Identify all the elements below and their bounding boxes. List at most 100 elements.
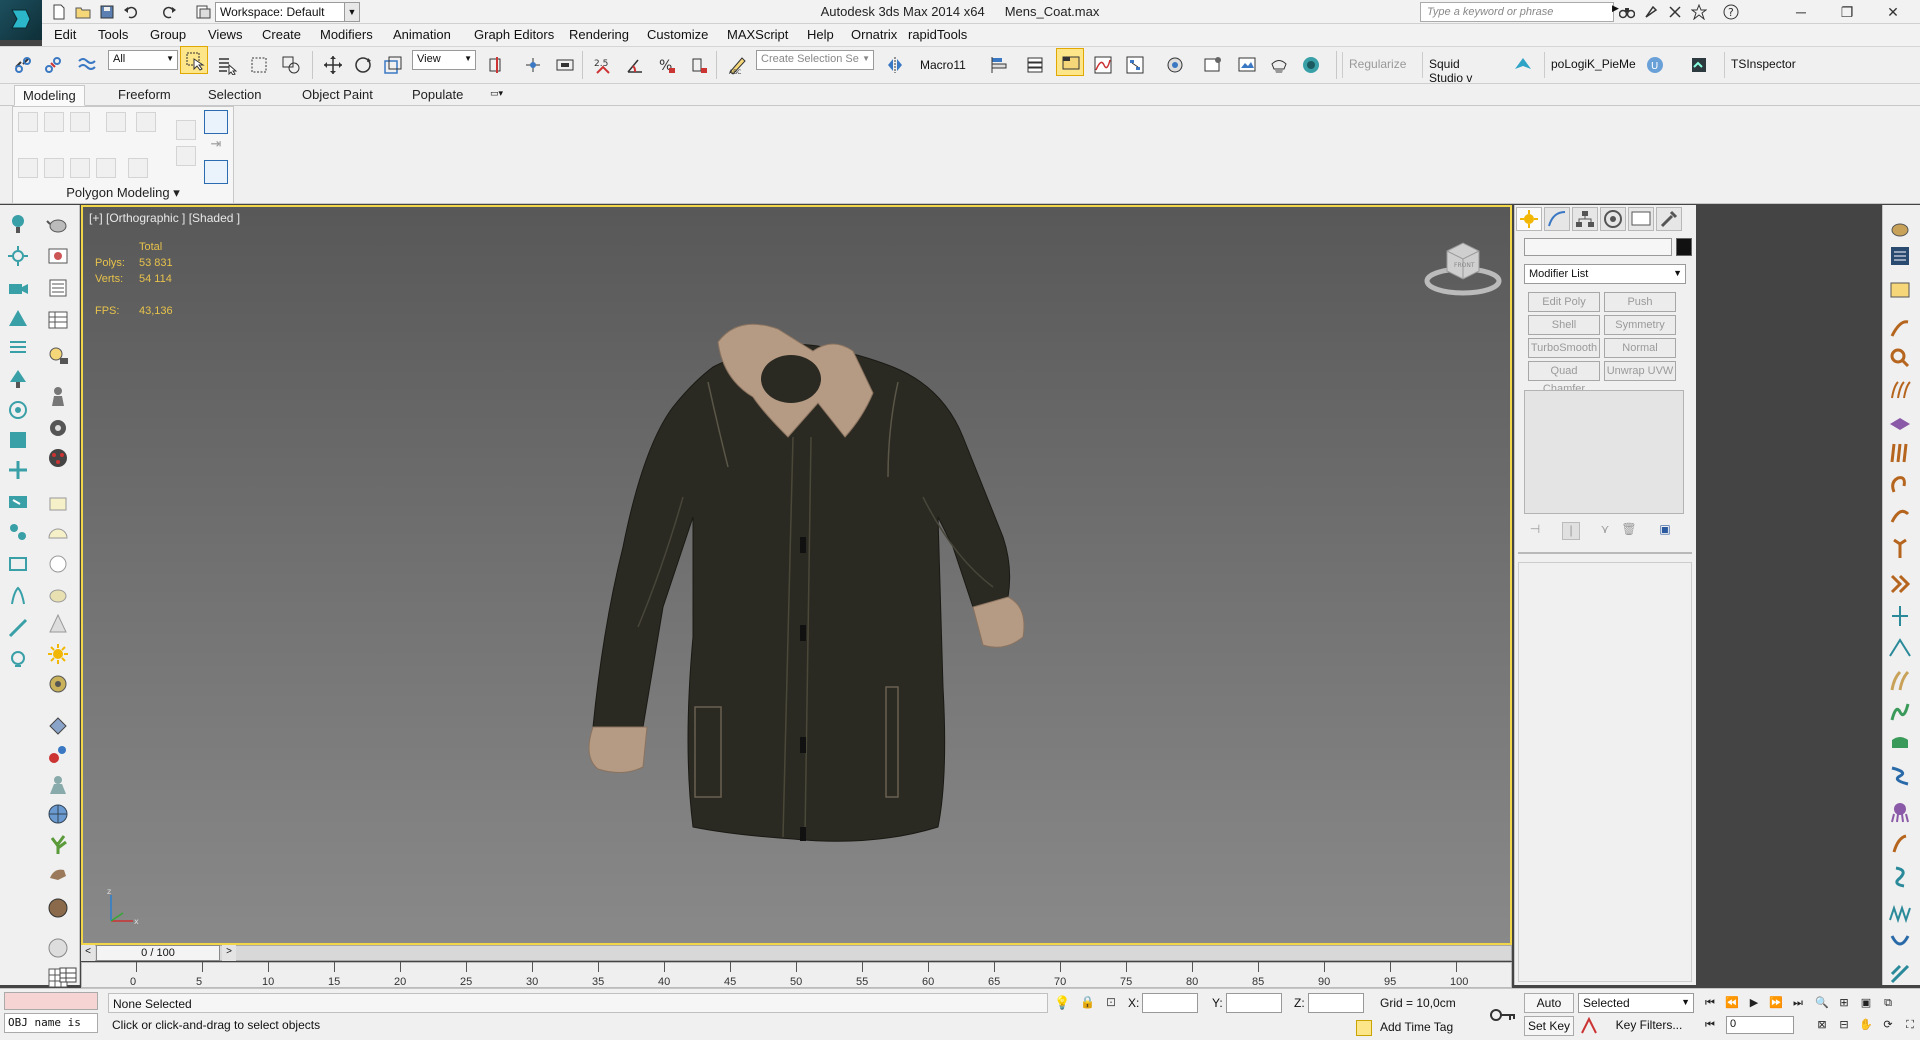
create-light-icon[interactable] [6, 212, 32, 238]
time-tag-icon[interactable] [1356, 1020, 1372, 1036]
time-slider-track[interactable] [81, 945, 1512, 961]
zoom-all-icon[interactable]: ⊞ [1834, 994, 1854, 1012]
key-filters-button[interactable]: Key Filters... [1604, 1016, 1694, 1036]
subscription-icon[interactable] [1642, 3, 1660, 21]
percent-snap-icon[interactable]: % [652, 50, 680, 78]
object-name-field[interactable] [1524, 238, 1672, 256]
hemisphere-primitive-icon[interactable] [46, 522, 72, 548]
sphere-material-icon[interactable] [46, 896, 72, 922]
hair-mesh-icon[interactable] [1888, 410, 1912, 434]
object-color-swatch[interactable] [1676, 238, 1692, 256]
menu-maxscript[interactable]: MAXScript [727, 27, 788, 42]
open-file-icon[interactable] [74, 3, 92, 21]
create-particle-icon[interactable] [6, 398, 32, 424]
create-bulb-icon[interactable] [6, 648, 32, 674]
maxscript-listener-input[interactable]: OBJ name is [4, 1013, 98, 1033]
layer-list-icon[interactable] [46, 276, 72, 302]
named-selection-dropdown[interactable]: Create Selection Se ▼ [756, 50, 874, 70]
layer-explorer-icon[interactable] [58, 966, 78, 984]
create-box-icon[interactable] [6, 552, 32, 578]
modifier-stack-list[interactable] [1524, 390, 1684, 514]
workspace-dropdown[interactable]: Workspace: Default ▼ [215, 2, 360, 22]
modify-mode-icon[interactable] [18, 158, 38, 178]
curve-editor-icon[interactable] [1088, 50, 1116, 78]
hair-groom-icon[interactable] [1888, 962, 1912, 986]
hair-strands-icon[interactable] [1888, 378, 1912, 402]
go-to-end-icon[interactable]: ⏭ [1788, 994, 1808, 1012]
crowd-icon[interactable] [46, 772, 72, 798]
select-and-link-icon[interactable] [8, 50, 36, 78]
element-mode-icon[interactable] [136, 112, 156, 132]
hair-curl-icon[interactable] [1888, 472, 1912, 496]
maxscript-listener-output[interactable] [4, 992, 98, 1010]
plane-primitive-icon[interactable] [46, 492, 72, 518]
animal-icon[interactable] [46, 862, 72, 888]
menu-customize[interactable]: Customize [647, 27, 708, 42]
border-mode-icon[interactable] [70, 112, 90, 132]
menu-edit[interactable]: Edit [54, 27, 76, 42]
redo-icon[interactable] [160, 3, 178, 21]
squid-studio-button[interactable]: Squid Studio v [1422, 52, 1500, 85]
hair-cut-icon[interactable] [1888, 832, 1912, 856]
restore-button[interactable]: ❐ [1824, 0, 1870, 24]
hair-wave-icon[interactable] [1888, 700, 1912, 724]
select-object-icon[interactable] [180, 46, 208, 74]
hair-flow-icon[interactable] [1888, 932, 1912, 956]
play-icon[interactable]: ▶ [1744, 994, 1764, 1012]
hierarchy-tab-icon[interactable] [1572, 207, 1598, 231]
modifier-symmetry-button[interactable]: Symmetry [1604, 315, 1676, 335]
schematic-view-icon[interactable] [1120, 50, 1148, 78]
modifier-list-dropdown[interactable]: Modifier List ▼ [1524, 264, 1686, 284]
sky-light-icon[interactable] [46, 672, 72, 698]
rendered-frame-window-icon[interactable] [1232, 50, 1260, 78]
viewport-label[interactable]: [+] [Orthographic ] [Shaded ] [89, 211, 240, 225]
region-zoom-icon[interactable]: ⊟ [1834, 1016, 1854, 1034]
create-helper-icon[interactable] [6, 306, 32, 332]
gray-sphere-icon[interactable] [46, 936, 72, 962]
select-and-manipulate-icon[interactable] [518, 50, 546, 78]
close-button[interactable]: ✕ [1870, 0, 1916, 24]
menu-rendering[interactable]: Rendering [569, 27, 629, 42]
help-icon[interactable]: ? [1722, 3, 1740, 21]
app-menu-button[interactable] [0, 0, 42, 40]
menu-help[interactable]: Help [807, 27, 834, 42]
motion-tab-icon[interactable] [1600, 207, 1626, 231]
create-group-icon[interactable] [6, 520, 32, 546]
select-by-name-icon[interactable] [212, 50, 240, 78]
menu-graph-editors[interactable]: Graph Editors [474, 27, 554, 42]
rectangular-selection-icon[interactable] [244, 50, 272, 78]
workspace-options-button[interactable]: ▼ [344, 2, 360, 22]
render-in-cloud-icon[interactable] [1296, 50, 1324, 78]
viewcube[interactable]: FRONT [1423, 237, 1503, 297]
menu-rapidtools[interactable]: rapidTools [908, 27, 967, 42]
coat-model[interactable] [543, 307, 1103, 867]
spreadsheet-icon[interactable] [46, 308, 72, 334]
x-coordinate-input[interactable] [1142, 993, 1198, 1013]
window-crossing-icon[interactable] [276, 50, 304, 78]
hair-brush-icon[interactable] [1888, 316, 1912, 340]
selection-filter-dropdown[interactable]: All ▼ [108, 50, 178, 70]
plugin-window-icon[interactable] [1684, 50, 1712, 78]
viewport-orthographic[interactable]: [+] [Orthographic ] [Shaded ] Total Poly… [81, 205, 1512, 945]
next-frame-icon[interactable]: ⏩ [1766, 994, 1786, 1012]
create-mesh-icon[interactable] [6, 428, 32, 454]
previous-frame-icon[interactable]: ⏪ [1722, 994, 1742, 1012]
pin-stack-icon[interactable]: ⇥ [206, 136, 226, 156]
pan-view-icon[interactable]: ✋ [1856, 1016, 1876, 1034]
binoculars-icon[interactable] [1618, 3, 1636, 21]
keyboard-shortcut-override-icon[interactable] [550, 50, 578, 78]
octopus-icon[interactable] [1888, 800, 1912, 824]
create-film-icon[interactable] [6, 490, 32, 516]
ribbon-options-icon[interactable]: ▭▾ [490, 88, 516, 102]
create-transform-icon[interactable] [6, 458, 32, 484]
collapse-stack-icon[interactable] [70, 158, 90, 178]
hair-editor-icon[interactable] [1888, 732, 1912, 756]
menu-modifiers[interactable]: Modifiers [320, 27, 373, 42]
tab-modeling[interactable]: Modeling [14, 85, 85, 106]
mirror-icon[interactable] [880, 50, 908, 78]
teapot-icon[interactable] [46, 212, 72, 238]
menu-views[interactable]: Views [208, 27, 242, 42]
tab-populate[interactable]: Populate [404, 85, 471, 105]
tab-freeform[interactable]: Freeform [110, 85, 179, 105]
list-view-icon[interactable] [6, 336, 32, 362]
